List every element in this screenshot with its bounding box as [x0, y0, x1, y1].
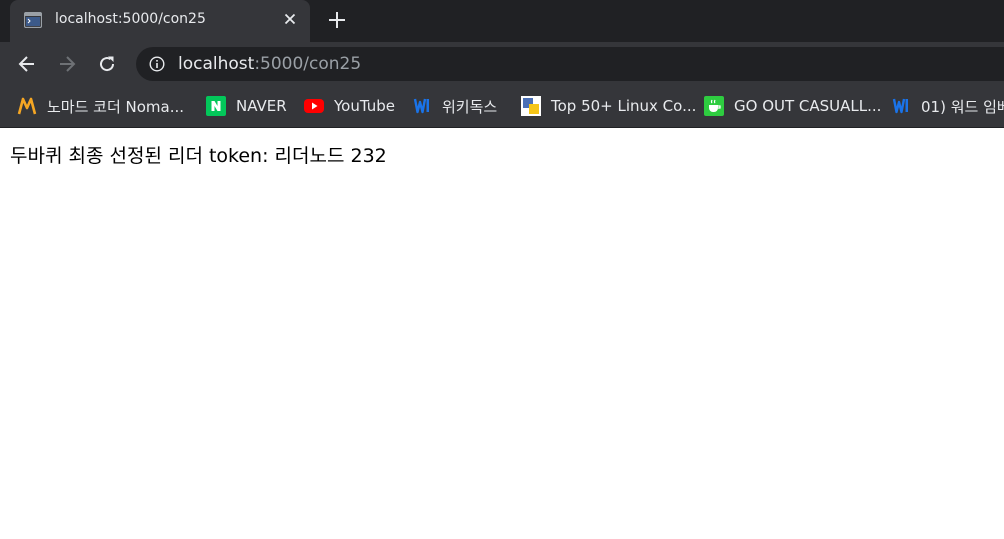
forward-arrow-icon[interactable]	[57, 54, 77, 74]
tab-title: localhost:5000/con25	[55, 11, 206, 27]
bookmark-wikidocs[interactable]: 위키독스	[412, 85, 497, 127]
new-tab-icon[interactable]	[328, 11, 346, 29]
toolbar: localhost:5000/con25	[0, 42, 1004, 85]
gooutcasual-icon	[704, 96, 724, 116]
bookmarks-bar: 노마드 코더 Noma... NAVER YouTube 위키독스 Top 50…	[0, 85, 1004, 128]
info-icon[interactable]	[149, 56, 165, 72]
tab-strip: localhost:5000/con25	[0, 0, 1004, 42]
page-content: 두바퀴 최종 선정된 리더 token: 리더노드 232	[0, 128, 1004, 539]
wikidocs-icon	[892, 98, 908, 114]
bookmark-gooutcasual[interactable]: GO OUT CASUALL...	[704, 85, 881, 127]
bookmark-word-embedding[interactable]: 01) 워드 임베	[891, 85, 1004, 127]
bookmark-label: Top 50+ Linux Co...	[551, 97, 697, 115]
bookmark-youtube[interactable]: YouTube	[304, 85, 395, 127]
bookmark-label: YouTube	[334, 97, 395, 115]
bookmark-nomad-coder[interactable]: 노마드 코더 Noma...	[17, 85, 184, 127]
tab-active[interactable]: localhost:5000/con25	[10, 0, 310, 42]
url-text[interactable]: localhost:5000/con25	[178, 54, 361, 74]
bookmark-label: 위키독스	[442, 97, 498, 116]
youtube-icon	[304, 99, 324, 113]
page-body-text: 두바퀴 최종 선정된 리더 token: 리더노드 232	[10, 145, 387, 167]
terminal-page-icon	[24, 12, 42, 28]
linux-site-icon	[521, 96, 541, 116]
url-path: :5000/con25	[254, 54, 362, 74]
bookmark-naver[interactable]: NAVER	[206, 85, 287, 127]
bookmark-linux-commands[interactable]: Top 50+ Linux Co...	[521, 85, 696, 127]
naver-icon	[206, 96, 226, 116]
bookmark-label: 01) 워드 임베	[921, 97, 1004, 116]
reload-icon[interactable]	[97, 54, 117, 74]
bookmark-label: GO OUT CASUALL...	[734, 97, 882, 115]
back-arrow-icon[interactable]	[17, 54, 37, 74]
bookmark-label: NAVER	[236, 97, 287, 115]
bookmark-label: 노마드 코더 Noma...	[47, 97, 185, 116]
nomad-coder-icon	[17, 97, 37, 115]
url-host: localhost	[178, 54, 255, 74]
wikidocs-icon	[413, 98, 429, 114]
browser-window: localhost:5000/con25 localhost:5000/con2…	[0, 0, 1004, 539]
close-icon[interactable]	[282, 11, 298, 27]
address-bar[interactable]: localhost:5000/con25	[136, 47, 1004, 81]
